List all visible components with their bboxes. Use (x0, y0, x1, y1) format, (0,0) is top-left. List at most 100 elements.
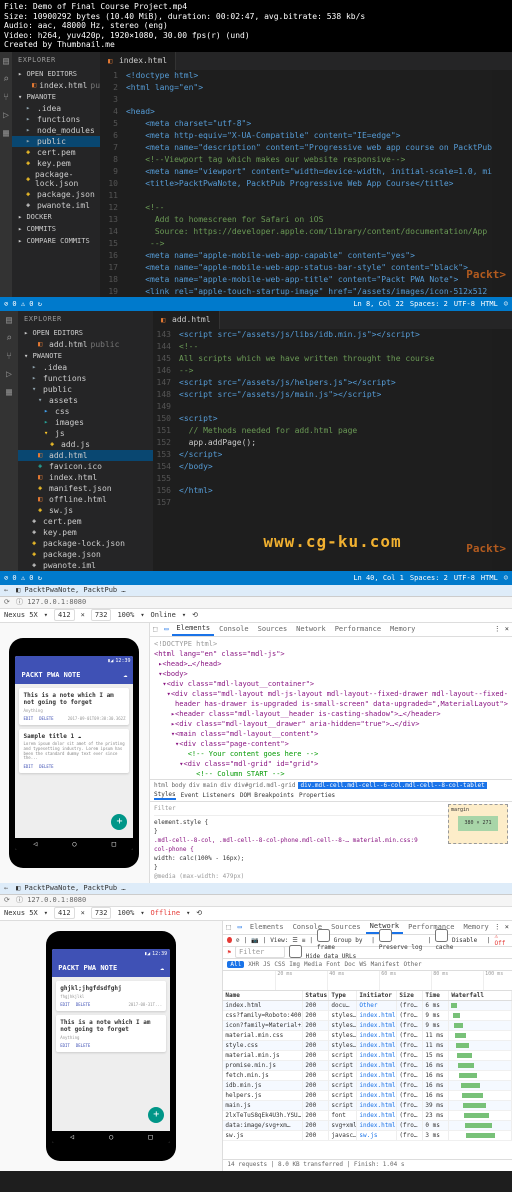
tree-folder[interactable]: ▸css (18, 406, 153, 417)
encoding[interactable]: UTF-8 (454, 574, 475, 582)
tree-file[interactable]: ◈key.pem (12, 158, 100, 169)
feedback-icon[interactable]: ☺ (504, 574, 508, 582)
feedback-icon[interactable]: ☺ (504, 300, 508, 308)
edit-button[interactable]: EDIT (60, 1002, 70, 1007)
tab-event-listeners[interactable]: Event Listeners (181, 792, 235, 799)
rotate-icon[interactable]: ⟲ (196, 909, 202, 917)
edit-button[interactable]: EDIT (23, 716, 33, 721)
phone-screen[interactable]: ▮◢12:39 PACKT PWA NOTE ☁ This is a note … (15, 656, 133, 850)
filter-img[interactable]: Img (289, 961, 300, 968)
record-button[interactable] (227, 937, 231, 943)
network-table[interactable]: Name Status Type Initiator Size Time Wat… (223, 991, 512, 1159)
tree-folder[interactable]: ▸functions (12, 114, 100, 125)
tab-sources[interactable]: Sources (254, 623, 292, 635)
spaces-indicator[interactable]: Spaces: 2 (410, 574, 448, 582)
note-card[interactable]: This is a note which I am not going to f… (56, 1015, 166, 1052)
editor-tab[interactable]: ◧index.html (100, 52, 176, 70)
filter-doc[interactable]: Doc (345, 961, 356, 968)
reload-icon[interactable]: ⟳ (4, 598, 12, 606)
tree-file[interactable]: ◈pwanote.iml (12, 200, 100, 211)
delete-button[interactable]: DELETE (39, 764, 53, 769)
cursor-position[interactable]: Ln 40, Col 1 (353, 574, 404, 582)
fab-add-button[interactable]: + (111, 814, 127, 830)
note-card[interactable]: Sample title 1 ☁ Lorem ipsum dolor sit a… (19, 729, 129, 773)
filter-css[interactable]: CSS (274, 961, 285, 968)
table-header[interactable]: Name Status Type Initiator Size Time Wat… (223, 991, 512, 1001)
cloud-icon[interactable]: ☁ (160, 964, 164, 972)
width-input[interactable]: 412 (54, 907, 75, 919)
edit-button[interactable]: EDIT (60, 1043, 70, 1048)
filter-other[interactable]: Other (404, 961, 422, 968)
phone-screen[interactable]: ▮◢12:39 PACKT PWA NOTE ☁ ghjkl;jhgfdsdfg… (52, 949, 170, 1143)
network-timeline[interactable]: 20 ms 40 ms 60 ms 80 ms 100 ms (223, 971, 512, 991)
tree-folder[interactable]: ▸images (18, 417, 153, 428)
network-row[interactable]: main.js200scriptindex.html(fro…39 ms (223, 1101, 512, 1111)
reload-icon[interactable]: ⟳ (4, 896, 12, 904)
back-icon[interactable]: ← (4, 884, 12, 892)
device-select[interactable]: Nexus 5X (4, 909, 38, 917)
tab-styles[interactable]: Styles (154, 791, 176, 800)
filter-xhr[interactable]: XHR (248, 961, 259, 968)
tab-dom-breakpoints[interactable]: DOM Breakpoints (240, 792, 294, 799)
tree-file[interactable]: ◈add.js (18, 439, 153, 450)
open-editors-section[interactable]: ▸ OPEN EDITORS (18, 327, 153, 339)
network-row[interactable]: sw.js200javasc…sw.js(fro…3 ms (223, 1131, 512, 1141)
language-mode[interactable]: HTML (481, 574, 498, 582)
device-select[interactable]: Nexus 5X (4, 611, 38, 619)
network-row[interactable]: promise.min.js200scriptindex.html(fro…16… (223, 1061, 512, 1071)
tab-memory[interactable]: Memory (386, 623, 419, 635)
network-row[interactable]: data:image/svg+xm…200svg+xmlindex.html(f… (223, 1121, 512, 1131)
status-left[interactable]: ⊘ 0 ⚠ 0 ↻ (4, 300, 42, 308)
language-mode[interactable]: HTML (481, 300, 498, 308)
box-model[interactable]: margin 380 × 271 (448, 804, 508, 844)
zoom-select[interactable]: 100% (117, 909, 134, 917)
preserve-checkbox[interactable] (379, 929, 392, 942)
commits-section[interactable]: ▸ COMMITS (12, 223, 100, 235)
network-row[interactable]: icon?family=Material+Icons200styles…inde… (223, 1021, 512, 1031)
code-content[interactable]: <!doctype html> <html lang="en"> <head> … (122, 70, 492, 297)
tab-console[interactable]: Console (215, 623, 253, 635)
project-root[interactable]: ▾ PWANOTE (18, 350, 153, 362)
encoding[interactable]: UTF-8 (454, 300, 475, 308)
tab-network[interactable]: Network (292, 623, 330, 635)
network-row[interactable]: 2lxTeTuS8qEk4U3h.YSU…200fontindex.html(f… (223, 1111, 512, 1121)
minimap[interactable] (492, 329, 512, 571)
status-left[interactable]: ⊘ 0 ⚠ 0 ↻ (4, 574, 42, 582)
view-small-icon[interactable]: ≡ (302, 937, 306, 944)
back-icon[interactable]: ← (4, 586, 12, 594)
open-editors-section[interactable]: ▸ OPEN EDITORS (12, 68, 100, 80)
tree-folder[interactable]: ▸functions (18, 373, 153, 384)
styles-panel[interactable]: Filter :hov .cls + element.style { } .md… (150, 802, 512, 883)
delete-button[interactable]: DELETE (76, 1002, 90, 1007)
minimap[interactable] (492, 70, 512, 297)
browser-tab[interactable]: ◧ PacktPwaNote, PacktPub … (16, 586, 126, 594)
tab-performance[interactable]: Performance (331, 623, 385, 635)
tree-file[interactable]: ◈cert.pem (18, 516, 153, 527)
close-icon[interactable]: × (502, 625, 512, 633)
delete-button[interactable]: DELETE (76, 1043, 90, 1048)
width-input[interactable]: 412 (54, 609, 75, 621)
fab-add-button[interactable]: + (148, 1107, 164, 1123)
rotate-icon[interactable]: ⟲ (192, 611, 198, 619)
tree-folder[interactable]: ▸.idea (18, 362, 153, 373)
network-row[interactable]: index.html200docu…Other(fro…6 ms (223, 1001, 512, 1011)
network-row[interactable]: helpers.js200scriptindex.html(fro…16 ms (223, 1091, 512, 1101)
files-icon[interactable]: ▤ (3, 315, 15, 327)
tree-folder[interactable]: ▾js (18, 428, 153, 439)
tree-file[interactable]: ◈key.pem (18, 527, 153, 538)
more-icon[interactable]: ⋮ (494, 923, 501, 931)
editor-tab[interactable]: ◧add.html (153, 311, 220, 329)
tree-folder[interactable]: ▾assets (18, 395, 153, 406)
inspect-icon[interactable]: ⬚ (223, 923, 233, 931)
tree-file[interactable]: ◈package.json (12, 189, 100, 200)
cache-checkbox[interactable] (435, 929, 448, 942)
tree-file[interactable]: ◈favicon.ico (18, 461, 153, 472)
close-icon[interactable]: × (502, 923, 512, 931)
clear-icon[interactable]: ⊘ (236, 937, 240, 944)
spaces-indicator[interactable]: Spaces: 2 (410, 300, 448, 308)
network-row[interactable]: css?family=Roboto:400,700200styles…index… (223, 1011, 512, 1021)
network-row[interactable]: fetch.min.js200scriptindex.html(fro…16 m… (223, 1071, 512, 1081)
breadcrumb[interactable]: html body div main div div#grid.mdl-grid… (150, 779, 512, 791)
filter-js[interactable]: JS (263, 961, 270, 968)
tree-file[interactable]: ◧offline.html (18, 494, 153, 505)
